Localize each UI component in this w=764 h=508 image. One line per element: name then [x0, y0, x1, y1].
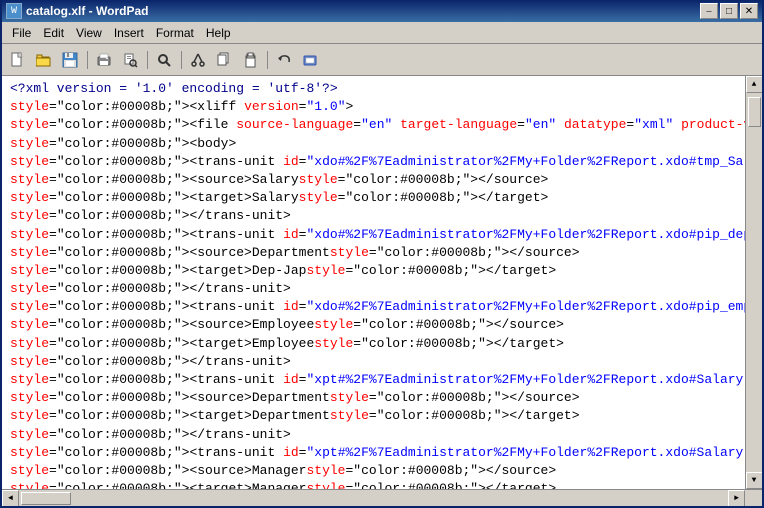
- paste-button[interactable]: [238, 48, 262, 72]
- h-scroll-thumb[interactable]: [21, 492, 71, 505]
- toolbar: [2, 44, 762, 76]
- menu-help[interactable]: Help: [200, 25, 237, 41]
- separator-1: [84, 48, 90, 72]
- xml-line: style="color:#00008b;"></trans-unit>: [10, 280, 737, 298]
- horizontal-scrollbar[interactable]: ◄ ►: [2, 489, 762, 506]
- copy-button[interactable]: [212, 48, 236, 72]
- new-button[interactable]: [6, 48, 30, 72]
- xml-line: style="color:#00008b;"><trans-unit id="x…: [10, 371, 737, 389]
- title-bar: W catalog.xlf - WordPad – □ ✕: [2, 0, 762, 22]
- close-button[interactable]: ✕: [740, 3, 758, 19]
- content-area: <?xml version = '1.0' encoding = 'utf-8'…: [2, 76, 762, 489]
- xml-line: style="color:#00008b;"><xliff version="1…: [10, 98, 737, 116]
- app-icon: W: [6, 3, 22, 19]
- xml-line: style="color:#00008b;"><target>Salarysty…: [10, 189, 737, 207]
- xml-line: <?xml version = '1.0' encoding = 'utf-8'…: [10, 80, 737, 98]
- save-button[interactable]: [58, 48, 82, 72]
- vertical-scrollbar[interactable]: ▲ ▼: [745, 76, 762, 489]
- scroll-up-button[interactable]: ▲: [746, 76, 763, 93]
- text-content[interactable]: <?xml version = '1.0' encoding = 'utf-8'…: [2, 76, 745, 489]
- print-preview-button[interactable]: [118, 48, 142, 72]
- xml-line: style="color:#00008b;"><trans-unit id="x…: [10, 226, 737, 244]
- xml-line: style="color:#00008b;"></trans-unit>: [10, 426, 737, 444]
- print-button[interactable]: [92, 48, 116, 72]
- xml-line: style="color:#00008b;"><source>Managerst…: [10, 462, 737, 480]
- cut-button[interactable]: [186, 48, 210, 72]
- special-button[interactable]: [298, 48, 322, 72]
- xml-line: style="color:#00008b;"><source>Salarysty…: [10, 171, 737, 189]
- xml-line: style="color:#00008b;"></trans-unit>: [10, 207, 737, 225]
- xml-line: style="color:#00008b;"><trans-unit id="x…: [10, 153, 737, 171]
- minimize-button[interactable]: –: [700, 3, 718, 19]
- xml-line: style="color:#00008b;"><trans-unit id="x…: [10, 298, 737, 316]
- xml-line: style="color:#00008b;"><body>: [10, 135, 737, 153]
- xml-line: style="color:#00008b;"><file source-lang…: [10, 116, 737, 134]
- window-title: catalog.xlf - WordPad: [26, 4, 148, 18]
- undo-button[interactable]: [272, 48, 296, 72]
- xml-line: style="color:#00008b;"><target>Dep-Japst…: [10, 262, 737, 280]
- scroll-corner: [745, 490, 762, 507]
- xml-line: style="color:#00008b;"><source>Departmen…: [10, 389, 737, 407]
- title-buttons: – □ ✕: [700, 3, 758, 19]
- scroll-right-button[interactable]: ►: [728, 490, 745, 507]
- menu-bar: File Edit View Insert Format Help: [2, 22, 762, 44]
- menu-edit[interactable]: Edit: [37, 25, 70, 41]
- scroll-track[interactable]: [746, 93, 763, 472]
- separator-3: [178, 48, 184, 72]
- open-button[interactable]: [32, 48, 56, 72]
- scroll-left-button[interactable]: ◄: [2, 490, 19, 507]
- menu-file[interactable]: File: [6, 25, 37, 41]
- main-window: W catalog.xlf - WordPad – □ ✕ File Edit …: [0, 0, 764, 508]
- title-bar-left: W catalog.xlf - WordPad: [6, 3, 148, 19]
- separator-4: [264, 48, 270, 72]
- maximize-button[interactable]: □: [720, 3, 738, 19]
- xml-line: style="color:#00008b;"><target>Departmen…: [10, 407, 737, 425]
- xml-line: style="color:#00008b;"><target>Employees…: [10, 335, 737, 353]
- h-scroll-track[interactable]: [19, 490, 728, 507]
- xml-line: style="color:#00008b;"><trans-unit id="x…: [10, 444, 737, 462]
- xml-line: style="color:#00008b;"><source>Departmen…: [10, 244, 737, 262]
- xml-line: style="color:#00008b;"></trans-unit>: [10, 353, 737, 371]
- xml-line: style="color:#00008b;"><source>Employees…: [10, 316, 737, 334]
- scroll-thumb[interactable]: [748, 97, 761, 127]
- scroll-down-button[interactable]: ▼: [746, 472, 763, 489]
- menu-view[interactable]: View: [70, 25, 108, 41]
- find-button[interactable]: [152, 48, 176, 72]
- menu-insert[interactable]: Insert: [108, 25, 150, 41]
- menu-format[interactable]: Format: [150, 25, 200, 41]
- separator-2: [144, 48, 150, 72]
- xml-line: style="color:#00008b;"><target>Managerst…: [10, 480, 737, 489]
